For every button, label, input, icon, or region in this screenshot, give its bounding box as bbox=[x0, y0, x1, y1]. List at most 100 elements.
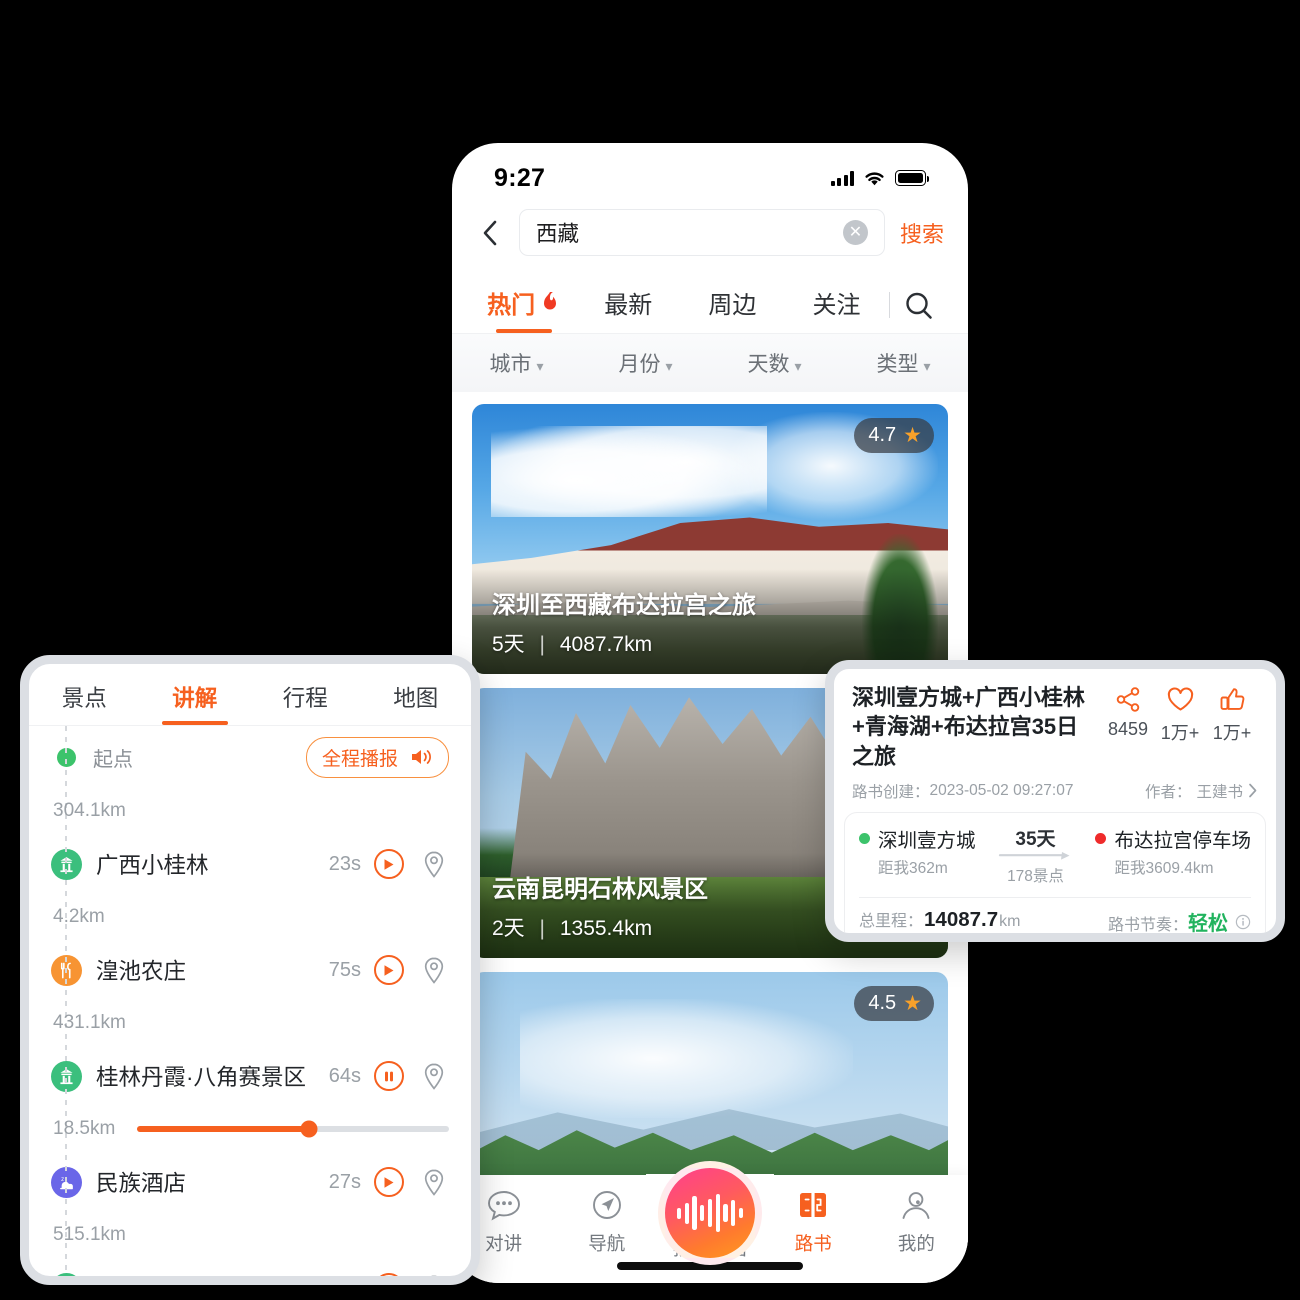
like-stat[interactable]: 1万+ bbox=[1206, 685, 1258, 745]
route-book-header: 深圳壹方城+广西小桂林+青海湖+布达拉宫35日之旅 8459 1万+ 1万+ 路… bbox=[834, 669, 1276, 802]
segment-distance: 18.5km bbox=[53, 1118, 116, 1139]
nav-item-route-book[interactable]: 路书 bbox=[762, 1189, 865, 1256]
filter-days-label: 天数 bbox=[747, 353, 790, 376]
search-icon bbox=[906, 292, 932, 319]
broadcast-all-button[interactable]: 全程播报 bbox=[305, 736, 449, 778]
red-dot-icon bbox=[1095, 832, 1107, 844]
favorite-stat[interactable]: 1万+ bbox=[1154, 685, 1206, 745]
map-pin-icon[interactable] bbox=[419, 1167, 449, 1197]
card-days: 5天 bbox=[492, 633, 525, 656]
share-count: 8459 bbox=[1107, 719, 1149, 739]
map-pin-icon[interactable] bbox=[419, 1061, 449, 1091]
filter-month[interactable]: 月份 ▾ bbox=[581, 348, 710, 378]
search-submit-button[interactable]: 搜索 bbox=[900, 217, 944, 249]
wifi-icon bbox=[865, 171, 884, 185]
stop-row[interactable]: 百色大王岭漂流景区 84s bbox=[51, 1258, 449, 1286]
author-link[interactable]: 作者： 王建书 bbox=[1145, 780, 1258, 802]
rating-badge: 4.5 ★ bbox=[854, 986, 934, 1021]
metric-label: 总里程： bbox=[859, 913, 924, 931]
rating-badge: 4.7 ★ bbox=[854, 418, 934, 453]
stop-name: 百色大王岭漂流景区 bbox=[96, 1272, 299, 1276]
map-pin-icon[interactable] bbox=[419, 955, 449, 985]
route-book-summary-card: 深圳壹方城+广西小桂林+青海湖+布达拉宫35日之旅 8459 1万+ 1万+ 路… bbox=[825, 660, 1285, 942]
status-bar-time: 9:27 bbox=[494, 163, 546, 192]
commentary-list: 起点 全程播报 304.1km 广西小桂林 23s 4.2km 湟池农庄 75s… bbox=[29, 726, 471, 1286]
thumbs-up-icon bbox=[1206, 685, 1258, 713]
info-circle-icon[interactable] bbox=[1235, 914, 1251, 933]
route-days: 35天 bbox=[1015, 828, 1056, 850]
heart-icon bbox=[1154, 685, 1206, 713]
map-pin-icon[interactable] bbox=[419, 849, 449, 879]
card-meta-separator: | bbox=[539, 917, 545, 940]
tab-hot[interactable]: 热门 bbox=[472, 285, 576, 333]
metric-pace: 路书节奏： 轻松 bbox=[1055, 907, 1251, 936]
star-icon: ★ bbox=[903, 424, 922, 447]
stop-row[interactable]: 广西小桂林 23s bbox=[51, 834, 449, 894]
route-end-distance: 距我3609.4km bbox=[1114, 859, 1214, 877]
filter-type[interactable]: 类型 ▾ bbox=[839, 348, 968, 378]
stop-row[interactable]: 桂林丹霞·八角赛景区 64s bbox=[51, 1046, 449, 1106]
screenshot-stage: 9:27 西藏 ✕ 搜索 热门 最新 周边 关注 城市 ▾ 月份 ▾ 天数 ▾ … bbox=[0, 0, 1300, 1300]
tab-search-button[interactable] bbox=[890, 290, 948, 333]
stop-row[interactable]: z 民族酒店 27s bbox=[51, 1152, 449, 1212]
filter-city[interactable]: 城市 ▾ bbox=[452, 348, 581, 378]
tab-itinerary[interactable]: 行程 bbox=[250, 681, 361, 725]
signal-bars-icon bbox=[830, 170, 854, 186]
pause-button[interactable] bbox=[374, 1061, 404, 1091]
play-button[interactable] bbox=[374, 849, 404, 879]
push-to-talk-button[interactable] bbox=[658, 1161, 762, 1265]
nav-item-profile-label: 我的 bbox=[897, 1233, 935, 1254]
stop-duration: 27s bbox=[328, 1170, 361, 1193]
nav-item-profile[interactable]: 我的 bbox=[865, 1189, 968, 1256]
stop-row[interactable]: 湟池农庄 75s bbox=[51, 940, 449, 1000]
play-icon bbox=[383, 1282, 395, 1286]
segment-distance: 515.1km bbox=[53, 1224, 126, 1245]
back-button[interactable] bbox=[476, 219, 504, 247]
segment-distance-with-progress: 18.5km bbox=[51, 1106, 449, 1152]
tab-map[interactable]: 地图 bbox=[361, 681, 472, 725]
green-dot-icon bbox=[859, 832, 870, 844]
arrow-right-icon bbox=[982, 851, 1090, 863]
feed-card[interactable]: 4.7 ★ 深圳至西藏布达拉宫之旅 5天 | 4087.7km bbox=[472, 404, 948, 674]
route-start-distance: 距我362m bbox=[878, 859, 948, 877]
chevron-down-icon: ▾ bbox=[923, 358, 931, 374]
broadcast-all-label: 全程播报 bbox=[321, 748, 398, 770]
search-input[interactable]: 西藏 ✕ bbox=[519, 209, 885, 256]
route-book-icon bbox=[800, 1193, 827, 1217]
rating-value: 4.7 bbox=[868, 424, 897, 446]
card-days: 2天 bbox=[492, 917, 525, 940]
play-button[interactable] bbox=[374, 955, 404, 985]
nav-item-navigation[interactable]: 导航 bbox=[555, 1189, 658, 1256]
audio-progress-slider[interactable] bbox=[137, 1120, 449, 1138]
segment-distance: 431.1km bbox=[53, 1012, 126, 1033]
route-middle-info: 35天 178景点 bbox=[976, 824, 1096, 886]
segment-distance: 304.1km bbox=[53, 800, 126, 821]
map-pin-icon[interactable] bbox=[419, 1273, 449, 1276]
play-button[interactable] bbox=[374, 1273, 404, 1286]
segment-distance: 4.2km bbox=[53, 906, 105, 927]
tab-following[interactable]: 关注 bbox=[784, 285, 888, 333]
chevron-right-icon bbox=[1249, 783, 1257, 798]
stop-duration: 64s bbox=[328, 1064, 361, 1087]
route-start-name: 深圳壹方城 bbox=[878, 829, 976, 852]
share-icon bbox=[1102, 685, 1154, 713]
author-value: 王建书 bbox=[1196, 783, 1243, 801]
star-icon: ★ bbox=[903, 992, 922, 1015]
user-profile-icon bbox=[902, 1192, 930, 1219]
favorite-count: 1万+ bbox=[1160, 723, 1200, 743]
created-value: 2023-05-02 09:27:07 bbox=[929, 781, 1074, 799]
tab-newest[interactable]: 最新 bbox=[576, 285, 680, 333]
tab-nearby[interactable]: 周边 bbox=[680, 285, 784, 333]
route-metrics: 总里程： 14087.7 km 路书节奏： 轻松 行驶耗时： 153.6 小时 bbox=[859, 907, 1251, 936]
metric-label: 路书节奏： bbox=[1107, 917, 1188, 935]
route-end-name: 布达拉宫停车场 bbox=[1114, 829, 1251, 852]
metric-value: 轻松 bbox=[1188, 913, 1228, 936]
filter-days[interactable]: 天数 ▾ bbox=[710, 348, 839, 378]
share-stat[interactable]: 8459 bbox=[1102, 685, 1154, 740]
tab-commentary[interactable]: 讲解 bbox=[140, 681, 251, 725]
clear-circle-icon[interactable]: ✕ bbox=[842, 220, 868, 245]
route-endpoints: 深圳壹方城 距我362m 35天 178景点 布达拉宫停车场 距我3609.4k bbox=[859, 824, 1251, 886]
play-button[interactable] bbox=[374, 1167, 404, 1197]
tab-attractions[interactable]: 景点 bbox=[29, 681, 140, 725]
audio-progress-knob[interactable] bbox=[300, 1120, 318, 1138]
